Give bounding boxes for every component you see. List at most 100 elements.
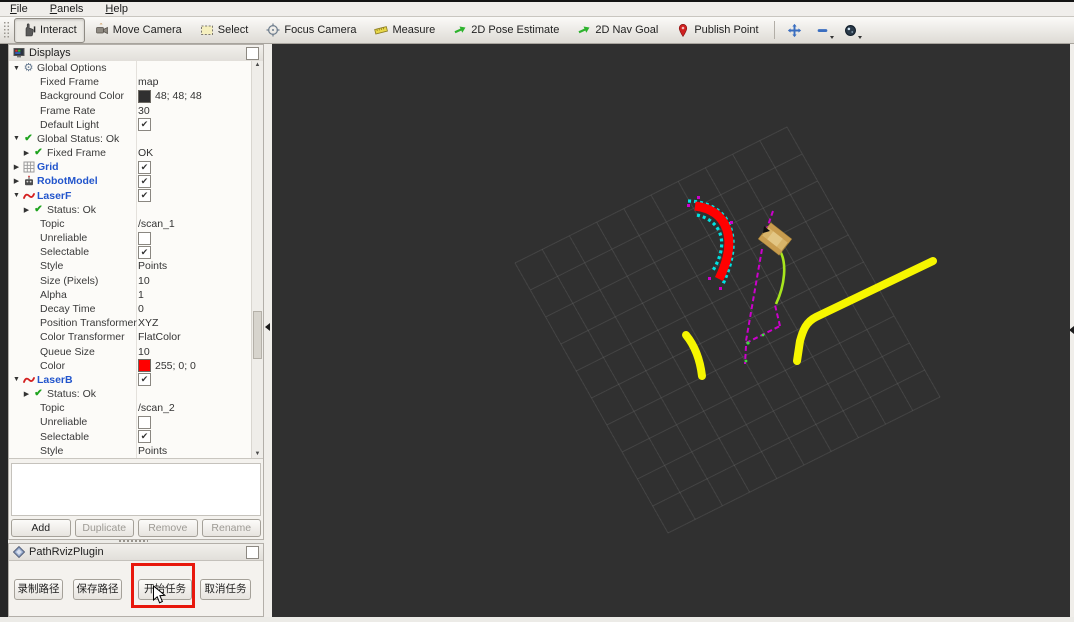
row-value[interactable]: FlatColor [138,331,181,343]
path-button-3[interactable]: 开始任务 [138,579,192,600]
tool-publish-point[interactable]: Publish Point [668,18,766,43]
scroll-down-icon[interactable]: ▼ [252,451,263,457]
expander-closed-icon[interactable]: ▶ [21,390,32,398]
expander-open-icon[interactable]: ▼ [11,376,22,383]
tool-2d-pose-estimate[interactable]: 2D Pose Estimate [445,18,567,43]
render-viewport[interactable] [272,44,1070,617]
sphere-button[interactable] [839,20,863,40]
tree-row-position-transformer[interactable]: Position Transformer XYZ [9,316,263,330]
tree-row-global-options[interactable]: ▼ ⚙ Global Options [9,61,263,75]
path-button-4[interactable]: 取消任务 [200,579,251,600]
tree-scrollbar[interactable]: ▲ ▼ [251,61,263,458]
tool-select[interactable]: Select [192,18,257,43]
tree-row-color[interactable]: Color 255; 0; 0 [9,359,263,373]
checkbox[interactable]: ✔ [138,174,151,188]
color-swatch[interactable] [138,359,151,373]
path-button-1[interactable]: 录制路径 [14,579,63,600]
tree-row-robotmodel[interactable]: ▶ RobotModel ✔ [9,174,263,188]
row-value[interactable]: ✔ [138,160,151,174]
row-value[interactable]: 1 [138,289,144,301]
checkbox[interactable]: ✔ [138,118,151,132]
row-value[interactable] [138,415,151,429]
tree-row-style[interactable]: Style Points [9,444,263,458]
tree-row-style[interactable]: Style Points [9,259,263,273]
tree-row-laserf[interactable]: ▼ LaserF ✔ [9,189,263,203]
row-value[interactable]: 0 [138,303,144,315]
tool-move-camera[interactable]: Move Camera [87,18,190,43]
tree-row-decay-time[interactable]: Decay Time 0 [9,302,263,316]
pan-cross-button[interactable] [783,20,807,40]
row-value[interactable]: XYZ [138,317,158,329]
row-value[interactable]: 255; 0; 0 [138,359,196,373]
row-value[interactable]: ✔ [138,118,151,132]
row-value[interactable]: ✔ [138,174,151,188]
tree-row-default-light[interactable]: Default Light ✔ [9,118,263,132]
remove-button[interactable] [811,20,835,40]
tree-row-status-ok[interactable]: ▶ ✔ Status: Ok [9,203,263,217]
toolbar-drag-handle[interactable] [3,21,10,39]
tree-row-fixed-frame[interactable]: Fixed Frame map [9,75,263,89]
row-value[interactable]: map [138,76,158,88]
tool-measure[interactable]: Measure [366,18,443,43]
row-value[interactable]: ✔ [138,189,151,203]
expander-closed-icon[interactable]: ▶ [11,163,22,171]
tool-interact[interactable]: Interact [14,17,85,43]
color-swatch[interactable] [138,89,151,103]
checkbox[interactable] [138,231,151,245]
tree-row-queue-size[interactable]: Queue Size 10 [9,344,263,358]
row-value[interactable]: ✔ [138,430,151,444]
path-panel-header[interactable]: PathRvizPlugin [9,544,263,561]
menu-help[interactable]: Help [101,3,132,15]
row-value[interactable]: /scan_2 [138,402,175,414]
tree-row-unreliable[interactable]: Unreliable [9,415,263,429]
row-value[interactable]: 10 [138,275,150,287]
expander-closed-icon[interactable]: ▶ [11,177,22,185]
tree-row-background-color[interactable]: Background Color 48; 48; 48 [9,89,263,103]
row-value[interactable] [138,231,151,245]
tree-row-selectable[interactable]: Selectable ✔ [9,245,263,259]
row-value[interactable]: ✔ [138,245,151,259]
tree-row-status-ok[interactable]: ▶ ✔ Status: Ok [9,387,263,401]
row-value[interactable]: Points [138,445,167,457]
menu-file[interactable]: File [6,3,32,15]
tree-row-global-status-ok[interactable]: ▼ ✔ Global Status: Ok [9,132,263,146]
checkbox[interactable]: ✔ [138,430,151,444]
row-value[interactable]: 48; 48; 48 [138,89,202,103]
row-value[interactable]: 30 [138,105,150,117]
row-value[interactable]: 10 [138,346,150,358]
path-float-button[interactable] [246,545,259,559]
expander-open-icon[interactable]: ▼ [11,135,22,142]
panel-resize-handle[interactable] [118,539,148,543]
row-value[interactable]: OK [138,147,153,159]
tree-row-unreliable[interactable]: Unreliable [9,231,263,245]
tree-row-color-transformer[interactable]: Color Transformer FlatColor [9,330,263,344]
menu-panels[interactable]: Panels [46,3,88,15]
path-button-2[interactable]: 保存路径 [73,579,122,600]
add-button[interactable]: Add [11,519,71,537]
tree-row-selectable[interactable]: Selectable ✔ [9,429,263,444]
expander-open-icon[interactable]: ▼ [11,65,22,72]
tree-row-fixed-frame[interactable]: ▶ ✔ Fixed Frame OK [9,146,263,160]
tree-row-size-pixels-[interactable]: Size (Pixels) 10 [9,274,263,288]
scrollbar-thumb[interactable] [253,311,262,359]
checkbox[interactable] [138,415,151,429]
tree-row-topic[interactable]: Topic/scan_2 [9,401,263,415]
panel-splitter-right[interactable] [1069,44,1074,617]
expander-closed-icon[interactable]: ▶ [21,149,32,157]
panel-splitter-left[interactable] [264,44,272,617]
checkbox[interactable]: ✔ [138,373,151,387]
checkbox[interactable]: ✔ [138,189,151,203]
tree-row-frame-rate[interactable]: Frame Rate 30 [9,104,263,118]
checkbox[interactable]: ✔ [138,160,151,174]
row-value[interactable]: ✔ [138,373,151,387]
collapse-left-arrow-icon[interactable] [265,323,270,331]
expander-closed-icon[interactable]: ▶ [21,206,32,214]
row-value[interactable]: /scan_1 [138,218,175,230]
tree-row-grid[interactable]: ▶ Grid ✔ [9,160,263,174]
tree-row-alpha[interactable]: Alpha 1 [9,288,263,302]
checkbox[interactable]: ✔ [138,245,151,259]
tree-row-laserb[interactable]: ▼ LaserB ✔ [9,373,263,387]
tool-focus-camera[interactable]: Focus Camera [258,18,364,43]
tree-row-topic[interactable]: Topic/scan_1 [9,217,263,231]
expander-open-icon[interactable]: ▼ [11,192,22,199]
